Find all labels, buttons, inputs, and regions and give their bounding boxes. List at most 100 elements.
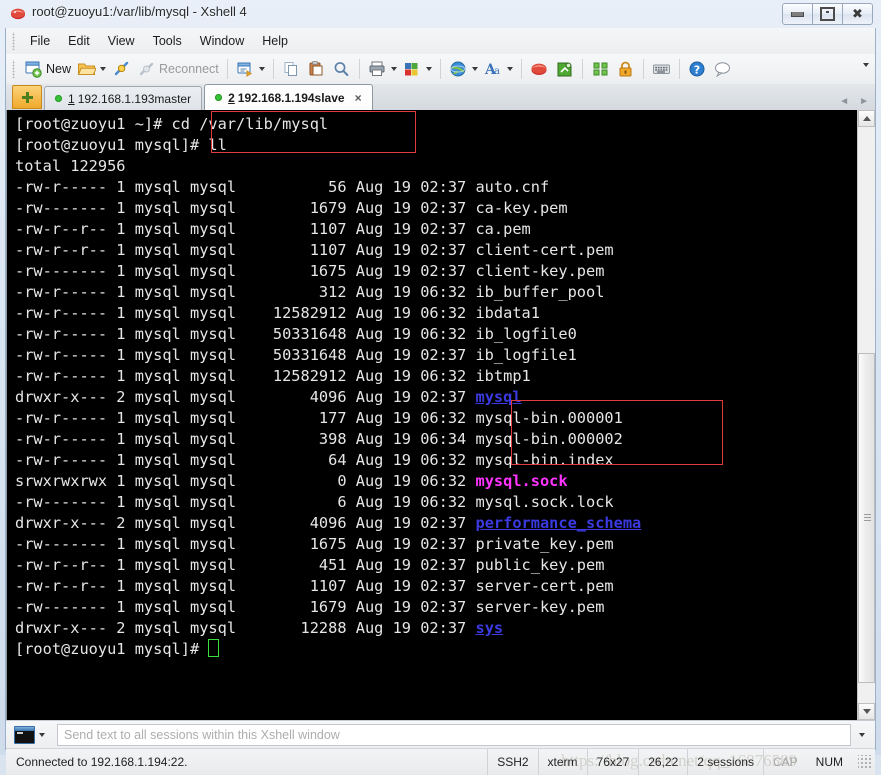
connect-button[interactable]: [109, 56, 134, 82]
fullscreen-button[interactable]: [588, 56, 613, 82]
send-history-chevron-icon[interactable]: [859, 733, 865, 737]
close-button[interactable]: ✖: [842, 3, 873, 25]
terminal-line: drwxr-x--- 2 mysql mysql 4096 Aug 19 02:…: [15, 513, 859, 534]
terminal-line: -rw-r----- 1 mysql mysql 12582912 Aug 19…: [15, 366, 859, 387]
terminal-text: srwxrwxrwx 1 mysql mysql 0 Aug 19 06:32: [15, 472, 476, 490]
terminal-text: [root@zuoyu1 mysql]# ll: [15, 136, 227, 154]
copy-button[interactable]: [279, 56, 304, 82]
help-button[interactable]: ?: [685, 56, 710, 82]
terminal-text: -rw------- 1 mysql mysql 1679 Aug 19 02:…: [15, 199, 568, 217]
xftp-green-icon: [555, 60, 574, 78]
transfer-file-button[interactable]: [233, 56, 268, 82]
tab-193master[interactable]: 1 192.168.1.193master: [44, 86, 203, 110]
toolbar-separator-4: [439, 59, 441, 79]
disconnected-plug-icon: [137, 60, 156, 78]
terminal-line: -rw------- 1 mysql mysql 1675 Aug 19 02:…: [15, 261, 859, 282]
resize-grip-icon[interactable]: [858, 755, 872, 769]
menu-help[interactable]: Help: [253, 31, 297, 51]
scrollbar-thumb[interactable]: [858, 353, 875, 683]
tab-194slave[interactable]: 2 192.168.1.194slave ×: [204, 84, 373, 110]
terminal-line: -rw-r----- 1 mysql mysql 50331648 Aug 19…: [15, 345, 859, 366]
terminal-text: -rw-r----- 1 mysql mysql 12582912 Aug 19…: [15, 367, 531, 385]
tab-nav-prev-icon[interactable]: ◄: [839, 96, 849, 107]
toolbar-separator-1: [226, 59, 228, 79]
toolbar-grip[interactable]: [10, 60, 18, 78]
lock-button[interactable]: [613, 56, 638, 82]
find-button[interactable]: [329, 56, 354, 82]
keyboard-icon: [652, 60, 671, 78]
terminal-text: -rw-r----- 1 mysql mysql 50331648 Aug 19…: [15, 346, 577, 364]
terminal-text: [root@zuoyu1 ~]# cd /var/lib/mysql: [15, 115, 329, 133]
terminal-scrollbar[interactable]: [857, 110, 875, 720]
new-tab-button[interactable]: [12, 85, 42, 109]
chat-button[interactable]: [710, 56, 735, 82]
terminal-text: drwxr-x--- 2 mysql mysql 12288 Aug 19 02…: [15, 619, 476, 637]
new-window-icon: [24, 60, 43, 78]
menu-tools[interactable]: Tools: [144, 31, 191, 51]
menu-file[interactable]: File: [21, 31, 59, 51]
toolbar-overflow-icon[interactable]: [863, 63, 869, 67]
minimize-button[interactable]: [782, 3, 813, 25]
terminal-line: -rw------- 1 mysql mysql 1679 Aug 19 02:…: [15, 597, 859, 618]
layout-button[interactable]: [400, 56, 435, 82]
terminal-cursor: [208, 639, 220, 657]
terminal-text: drwxr-x--- 2 mysql mysql 4096 Aug 19 02:…: [15, 388, 476, 406]
tab-bar: 1 192.168.1.193master 2 192.168.1.194sla…: [6, 84, 875, 111]
open-sessions-button[interactable]: [74, 56, 109, 82]
terminal-text: -rw------- 1 mysql mysql 1675 Aug 19 02:…: [15, 262, 605, 280]
web-button[interactable]: [446, 56, 481, 82]
toolbar-separator-7: [642, 59, 644, 79]
toolbar-separator-8: [678, 59, 680, 79]
toolbar-separator-2: [272, 59, 274, 79]
new-session-button[interactable]: New: [21, 56, 74, 82]
menu-window[interactable]: Window: [191, 31, 253, 51]
terminal-line: -rw------- 1 mysql mysql 6 Aug 19 06:32 …: [15, 492, 859, 513]
terminal-line: [root@zuoyu1 mysql]#: [15, 639, 859, 660]
terminal-window-icon[interactable]: [14, 726, 35, 744]
tab-close-icon[interactable]: ×: [355, 91, 362, 105]
terminal-screen[interactable]: [root@zuoyu1 ~]# cd /var/lib/mysql [root@…: [7, 110, 859, 720]
paste-button[interactable]: [304, 56, 329, 82]
terminal-panel: [root@zuoyu1 ~]# cd /var/lib/mysql [root@…: [6, 110, 875, 720]
xshell-logo-icon: [10, 6, 26, 22]
menubar-grip[interactable]: [10, 32, 18, 50]
status-caps-lock: CAP: [762, 749, 807, 775]
terminal-line: -rw-r----- 1 mysql mysql 50331648 Aug 19…: [15, 324, 859, 345]
terminal-text: -rw-r----- 1 mysql mysql 64 Aug 19 06:32…: [15, 451, 614, 469]
menu-bar: File Edit View Tools Window Help: [6, 28, 875, 55]
terminal-text: mysql.sock: [475, 472, 568, 490]
reconnect-button[interactable]: Reconnect: [134, 56, 222, 82]
status-term-type: xterm: [537, 749, 587, 775]
terminal-text: mysql: [475, 388, 522, 406]
terminal-line: -rw-r--r-- 1 mysql mysql 451 Aug 19 02:3…: [15, 555, 859, 576]
keyboard-button[interactable]: [649, 56, 674, 82]
tab-status-dot-icon: [215, 94, 223, 101]
printer-icon: [368, 60, 387, 78]
lock-icon: [616, 60, 635, 78]
toolbar: New Reconnect A a ?: [6, 54, 875, 85]
tab-nav-next-icon[interactable]: ►: [859, 96, 869, 107]
restore-icon: [820, 7, 835, 21]
terminal-line: -rw-r----- 1 mysql mysql 312 Aug 19 06:3…: [15, 282, 859, 303]
terminal-text: drwxr-x--- 2 mysql mysql 4096 Aug 19 02:…: [15, 514, 476, 532]
scroll-up-button[interactable]: [858, 110, 875, 127]
send-to-all-input[interactable]: Send text to all sessions within this Xs…: [57, 724, 851, 746]
chevron-down-icon[interactable]: [39, 733, 45, 737]
font-button[interactable]: A a: [481, 56, 516, 82]
xshell-button[interactable]: [527, 56, 552, 82]
terminal-text: -rw-r--r-- 1 mysql mysql 451 Aug 19 02:3…: [15, 556, 605, 574]
tab-status-dot-icon: [55, 95, 62, 102]
status-cells: SSH2 xterm 76x27 26,22 2 sessions CAP NU…: [487, 749, 875, 775]
menu-view[interactable]: View: [99, 31, 144, 51]
minimize-icon: [791, 11, 804, 17]
print-caret-icon: [390, 67, 397, 71]
scroll-down-button[interactable]: [858, 703, 875, 720]
font-caret-icon: [506, 67, 513, 71]
client-area: File Edit View Tools Window Help New Rec…: [5, 28, 876, 775]
status-bar: Connected to 192.168.1.194:22. SSH2 xter…: [6, 748, 875, 775]
xftp-button[interactable]: [552, 56, 577, 82]
maximize-button[interactable]: [812, 3, 843, 25]
terminal-text: -rw-r--r-- 1 mysql mysql 1107 Aug 19 02:…: [15, 241, 614, 259]
menu-edit[interactable]: Edit: [59, 31, 99, 51]
print-button[interactable]: [365, 56, 400, 82]
